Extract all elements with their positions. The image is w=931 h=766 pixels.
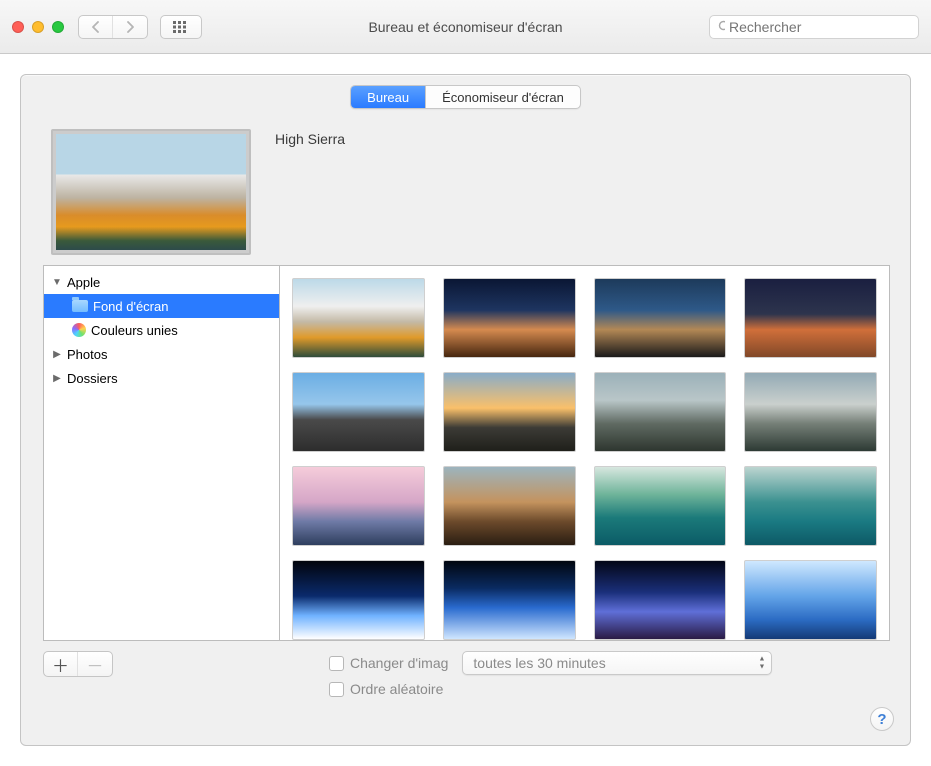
chevron-right-icon [125,21,135,33]
current-wallpaper-preview [51,129,251,255]
wallpaper-thumb[interactable] [744,466,877,546]
help-icon: ? [877,711,886,728]
sidebar-label: Couleurs unies [91,323,178,338]
add-remove-group: ＋ － [43,651,113,677]
source-sidebar[interactable]: ▼ Apple Fond d'écran Couleurs unies ▶ Ph… [44,266,280,640]
wallpaper-thumb[interactable] [744,278,877,358]
close-button[interactable] [12,21,24,33]
change-options: Changer d'imag toutes les 30 minutes ▲▼ … [329,651,772,697]
disclosure-triangle-icon[interactable]: ▶ [52,373,62,383]
wallpaper-thumb[interactable] [594,372,727,452]
wallpaper-thumb[interactable] [443,466,576,546]
random-order-label: Ordre aléatoire [350,681,443,697]
search-input[interactable] [729,19,910,35]
interval-popup[interactable]: toutes les 30 minutes ▲▼ [462,651,772,675]
tab-screensaver[interactable]: Économiseur d'écran [425,86,580,108]
search-field[interactable] [709,15,919,39]
wallpaper-chooser: ▼ Apple Fond d'écran Couleurs unies ▶ Ph… [43,265,890,641]
wallpaper-thumb[interactable] [443,560,576,640]
add-folder-button[interactable]: ＋ [44,652,78,676]
sidebar-group-folders[interactable]: ▶ Dossiers [44,366,279,390]
wallpaper-thumb[interactable] [443,372,576,452]
sidebar-group-photos[interactable]: ▶ Photos [44,342,279,366]
sidebar-item-wallpapers[interactable]: Fond d'écran [44,294,279,318]
interval-value: toutes les 30 minutes [473,655,605,671]
wallpaper-thumb[interactable] [744,560,877,640]
disclosure-triangle-icon[interactable]: ▼ [52,277,62,287]
sidebar-label: Dossiers [67,371,118,386]
disclosure-triangle-icon[interactable]: ▶ [52,349,62,359]
wallpaper-grid[interactable] [280,266,889,640]
forward-button[interactable] [113,16,147,38]
current-wallpaper-name: High Sierra [275,131,345,147]
footer-row: ＋ － Changer d'imag toutes les 30 minutes… [21,641,910,697]
change-image-row: Changer d'imag toutes les 30 minutes ▲▼ [329,651,772,675]
titlebar: Bureau et économiseur d'écran [0,0,931,54]
wallpaper-thumb[interactable] [292,372,425,452]
current-wallpaper-row: High Sierra [21,109,910,265]
wallpaper-thumb[interactable] [292,560,425,640]
remove-folder-button[interactable]: － [78,652,112,676]
wallpaper-thumb[interactable] [594,560,727,640]
minimize-button[interactable] [32,21,44,33]
grid-icon [173,21,189,33]
nav-group [78,15,148,39]
wallpaper-image [56,134,246,250]
help-button[interactable]: ? [870,707,894,731]
change-image-label: Changer d'imag [350,655,448,671]
back-button[interactable] [79,16,113,38]
wallpaper-thumb[interactable] [594,278,727,358]
show-all-button[interactable] [160,15,202,39]
change-image-checkbox[interactable] [329,656,344,671]
random-order-row: Ordre aléatoire [329,681,772,697]
random-order-checkbox[interactable] [329,682,344,697]
sidebar-item-solid-colors[interactable]: Couleurs unies [44,318,279,342]
sidebar-label: Fond d'écran [93,299,168,314]
chevron-left-icon [91,21,101,33]
popup-arrows-icon: ▲▼ [758,656,765,671]
wallpaper-thumb[interactable] [292,466,425,546]
pref-panel: Bureau Économiseur d'écran High Sierra ▼… [20,74,911,746]
window-controls [12,21,64,33]
tab-bar: Bureau Économiseur d'écran [350,85,581,109]
wallpaper-thumb[interactable] [443,278,576,358]
sidebar-group-apple[interactable]: ▼ Apple [44,270,279,294]
sidebar-label: Photos [67,347,107,362]
wallpaper-thumb[interactable] [594,466,727,546]
wallpaper-thumb[interactable] [744,372,877,452]
sidebar-label: Apple [67,275,100,290]
folder-icon [72,300,88,312]
color-wheel-icon [72,323,86,337]
tab-desktop[interactable]: Bureau [351,86,425,108]
wallpaper-thumb[interactable] [292,278,425,358]
zoom-button[interactable] [52,21,64,33]
search-icon [718,20,725,33]
